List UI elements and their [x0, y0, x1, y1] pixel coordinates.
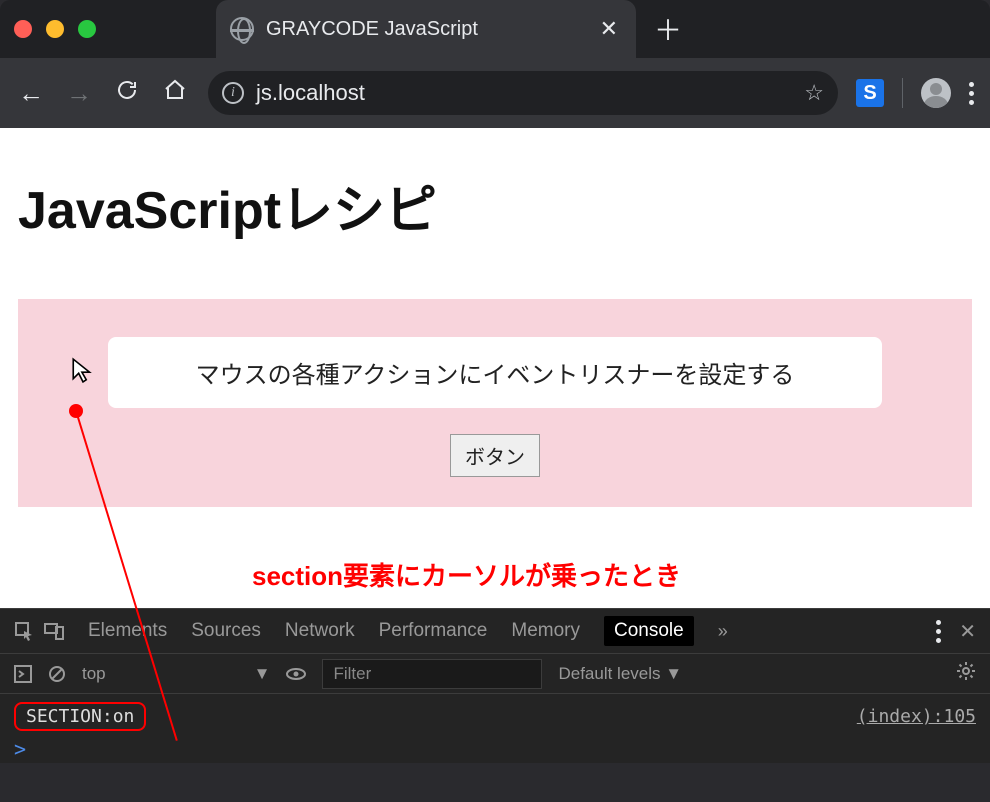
page-content: JavaScriptレシピ マウスの各種アクションにイベントリスナーを設定する … [0, 128, 990, 608]
tab-performance[interactable]: Performance [379, 620, 488, 642]
console-output: SECTION:on (index):105 [0, 694, 990, 735]
console-settings-icon[interactable] [956, 661, 976, 681]
page-heading: JavaScriptレシピ [18, 168, 972, 243]
card-text: マウスの各種アクションにイベントリスナーを設定する [196, 362, 795, 389]
tab-memory[interactable]: Memory [511, 620, 580, 642]
window-controls [14, 20, 96, 38]
tab-network[interactable]: Network [285, 620, 355, 642]
tab-title: GRAYCODE JavaScript [266, 18, 588, 41]
browser-tab[interactable]: GRAYCODE JavaScript ✕ [216, 0, 636, 58]
devtools-panel: Elements Sources Network Performance Mem… [0, 608, 990, 763]
tab-elements[interactable]: Elements [88, 620, 167, 642]
minimize-window-button[interactable] [46, 20, 64, 38]
extension-badge[interactable]: S [856, 79, 884, 107]
log-levels-selector[interactable]: Default levels ▼ [558, 664, 682, 684]
devtools-menu-button[interactable] [936, 620, 941, 643]
annotation-dot [69, 404, 83, 418]
window-titlebar: GRAYCODE JavaScript ✕ ＋ [0, 0, 990, 58]
globe-icon [230, 17, 254, 41]
address-bar[interactable]: i js.localhost ☆ [208, 71, 838, 115]
profile-avatar[interactable] [921, 78, 951, 108]
console-filter-input[interactable]: Filter [322, 659, 542, 689]
new-tab-button[interactable]: ＋ [654, 9, 682, 49]
demo-section[interactable]: マウスの各種アクションにイベントリスナーを設定する ボタン [18, 299, 972, 507]
demo-button[interactable]: ボタン [450, 434, 540, 477]
browser-menu-button[interactable] [969, 82, 974, 105]
devtools-close-button[interactable]: ✕ [959, 619, 976, 644]
annotation-text: section要素にカーソルが乗ったとき [252, 556, 687, 593]
inspect-icon[interactable] [14, 621, 34, 641]
tab-console[interactable]: Console [604, 616, 694, 646]
live-expression-icon[interactable] [286, 664, 306, 684]
back-button[interactable]: ← [16, 78, 46, 109]
close-window-button[interactable] [14, 20, 32, 38]
bookmark-star-icon[interactable]: ☆ [804, 80, 824, 106]
site-info-icon[interactable]: i [222, 82, 244, 104]
url-text: js.localhost [256, 80, 792, 106]
tabs-overflow-button[interactable]: » [718, 621, 728, 642]
demo-card: マウスの各種アクションにイベントリスナーを設定する [108, 337, 882, 408]
console-sidebar-icon[interactable] [14, 665, 32, 683]
reload-button[interactable] [112, 78, 142, 109]
console-log-source[interactable]: (index):105 [857, 706, 976, 727]
device-toggle-icon[interactable] [44, 621, 64, 641]
forward-button[interactable]: → [64, 78, 94, 109]
browser-toolbar: ← → i js.localhost ☆ S [0, 58, 990, 128]
tab-sources[interactable]: Sources [191, 620, 261, 642]
cursor-icon [70, 357, 96, 383]
execution-context-selector[interactable]: top ▼ [82, 664, 270, 684]
close-tab-button[interactable]: ✕ [600, 16, 618, 42]
console-prompt[interactable]: > [0, 735, 990, 763]
home-button[interactable] [160, 78, 190, 109]
context-label: top [82, 664, 106, 684]
fullscreen-window-button[interactable] [78, 20, 96, 38]
console-log-message: SECTION:on [14, 702, 146, 731]
toolbar-separator [902, 78, 903, 108]
clear-console-icon[interactable] [48, 665, 66, 683]
console-toolbar: top ▼ Filter Default levels ▼ [0, 654, 990, 694]
